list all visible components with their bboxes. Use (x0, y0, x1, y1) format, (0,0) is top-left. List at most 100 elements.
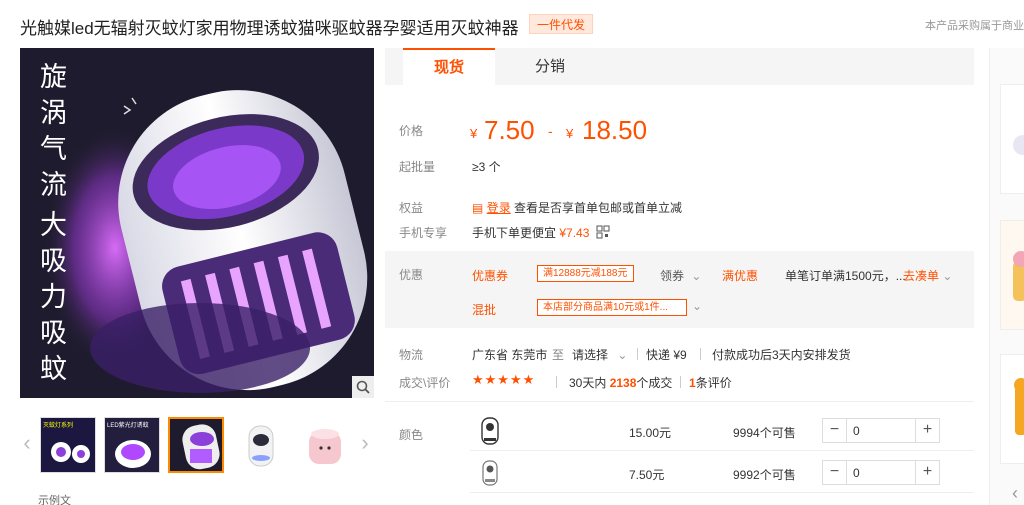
price-currency: ¥ (566, 126, 574, 141)
moq-value: ≥3 个 (472, 160, 501, 174)
divider (680, 376, 681, 388)
sku-thumbnail[interactable] (476, 458, 504, 488)
overlay-text-bottom: 大吸力吸蚊 (40, 210, 67, 385)
chevron-down-icon: ⌄ (691, 269, 702, 283)
sales-prefix: 30天内 (569, 376, 607, 390)
price-currency: ¥ (470, 126, 478, 141)
full-discount-text: 单笔订单满1500元，... (785, 269, 906, 283)
bottom-cut-text: 示例文 (38, 495, 71, 505)
price-label: 价格 (399, 124, 424, 138)
destination-select-value: 请选择 (572, 348, 609, 362)
quantity-value[interactable]: 0 (853, 424, 860, 438)
overlay-text-top: 旋涡气流 (40, 62, 67, 201)
sku-stock: 9992个可售 (733, 468, 796, 482)
thumbnail-caption: LED紫光灯诱蚊 (107, 423, 149, 429)
benefit-label: 权益 (399, 201, 424, 215)
thumbnail-5[interactable] (296, 417, 352, 473)
tab-in-stock[interactable]: 现货 (403, 48, 495, 85)
recommendation-item[interactable] (1000, 84, 1024, 194)
section-divider (385, 401, 974, 402)
full-discount-label: 满优惠 (722, 269, 759, 283)
divider (556, 376, 557, 388)
thumbnail-strip: ‹ 灭蚊灯系列 LED紫光灯诱蚊 › (20, 412, 374, 476)
quantity-stepper: − 0 + (822, 418, 940, 443)
promo-label: 优惠 (399, 268, 424, 282)
sales-row: 30天内 2138个成交 (569, 374, 672, 391)
coupon-tag[interactable]: 满12888元减188元 (537, 265, 634, 282)
rating-stars: ★★★★★ (472, 372, 536, 387)
title-row: 光触媒led无辐射灭蚊灯家用物理诱蚊猫咪驱蚊器孕婴适用灭蚊神器 一件代发 本产品… (20, 14, 1024, 38)
go-order-label: 去凑单 (903, 269, 940, 283)
chevron-left-icon[interactable]: ‹ (20, 430, 34, 456)
sales-suffix: 个成交 (636, 376, 673, 390)
qr-code-icon[interactable] (596, 225, 610, 242)
mixed-batch-tag[interactable]: 本店部分商品满10元或1件... (537, 299, 687, 316)
ship-note: 付款成功后3天内安排发货 (712, 348, 851, 362)
recommendation-rail: ‹ (989, 48, 1024, 505)
thumbnail-image (297, 418, 351, 472)
thumbnail-1[interactable]: 灭蚊灯系列 (40, 417, 96, 473)
go-order-link[interactable]: 去凑单 ⌄ (903, 267, 952, 284)
divider (700, 348, 701, 360)
thumbnail-caption: 灭蚊灯系列 (43, 423, 74, 429)
dropship-badge[interactable]: 一件代发 (529, 14, 594, 34)
commercial-note: 本产品采购属于商业 (925, 20, 1024, 32)
thumbnail-4[interactable] (232, 417, 288, 473)
main-product-image[interactable]: 旋涡气流 大吸力吸蚊 (20, 48, 374, 398)
product-title: 光触媒led无辐射灭蚊灯家用物理诱蚊猫咪驱蚊器孕婴适用灭蚊神器 (20, 19, 519, 38)
quantity-value[interactable]: 0 (853, 466, 860, 480)
moq-label: 起批量 (399, 160, 436, 174)
thumbnail-3[interactable] (168, 417, 224, 473)
mobile-row: 手机下单更便宜 ¥7.43 (472, 224, 610, 242)
mixed-batch-label: 混批 (472, 303, 497, 317)
chevron-left-icon[interactable]: ‹ (1012, 483, 1018, 504)
sku-stock: 9994个可售 (733, 426, 796, 440)
thumbnail-image (233, 418, 287, 472)
coupon-icon: ▤ (472, 201, 484, 215)
mobile-text: 手机下单更便宜 (472, 226, 557, 240)
reviews-label: 成交\评价 (399, 376, 451, 390)
increase-button[interactable]: + (915, 461, 939, 484)
sales-count: 2138 (609, 376, 637, 390)
chevron-down-icon: ⌄ (617, 348, 628, 362)
destination-select[interactable]: 请选择 ⌄ (572, 346, 627, 363)
thumbnail-image (170, 419, 222, 471)
sku-row: 7.50元 9992个可售 − 0 + (470, 453, 974, 493)
sku-price: 7.50元 (629, 468, 665, 482)
recommendation-image (1001, 221, 1024, 329)
recommendation-image (1001, 85, 1024, 193)
logistics-label: 物流 (399, 348, 424, 362)
recommendation-item[interactable] (1000, 220, 1024, 330)
mobile-price: ¥7.43 (559, 226, 590, 240)
login-link[interactable]: 登录 (487, 201, 511, 215)
review-suffix: 条评价 (695, 376, 732, 390)
get-coupon-button[interactable]: 领券 ⌄ (660, 267, 701, 284)
sku-thumbnail[interactable] (476, 416, 504, 446)
sku-price: 15.00元 (629, 426, 672, 440)
chevron-right-icon[interactable]: › (358, 430, 372, 456)
decrease-button[interactable]: − (823, 419, 847, 442)
chevron-down-icon[interactable]: ⌄ (692, 299, 702, 313)
recommendation-item[interactable] (1000, 354, 1024, 464)
search-icon (356, 380, 370, 394)
chevron-down-icon: ⌄ (942, 269, 953, 283)
zoom-button[interactable] (352, 376, 374, 398)
benefit-text: 查看是否享首单包邮或首单立减 (514, 201, 683, 215)
tab-bar: 现货 分销 (385, 48, 974, 85)
tab-distribution[interactable]: 分销 (515, 48, 585, 85)
quantity-stepper: − 0 + (822, 460, 940, 485)
express-fee: 快递 ¥9 (646, 348, 687, 362)
mobile-label: 手机专享 (399, 226, 448, 240)
recommendation-image (1001, 355, 1024, 463)
review-count: 1 (689, 376, 696, 390)
price-low: 7.50 (484, 115, 535, 145)
get-coupon-label: 领券 (660, 269, 685, 283)
thumbnail-2[interactable]: LED紫光灯诱蚊 (104, 417, 160, 473)
decrease-button[interactable]: − (823, 461, 847, 484)
increase-button[interactable]: + (915, 419, 939, 442)
divider (637, 348, 638, 360)
review-link[interactable]: 1条评价 (689, 374, 732, 391)
ship-to-word: 至 (552, 348, 565, 362)
price-high: 18.50 (582, 115, 648, 145)
ship-from: 广东省 东莞市 (472, 348, 548, 362)
